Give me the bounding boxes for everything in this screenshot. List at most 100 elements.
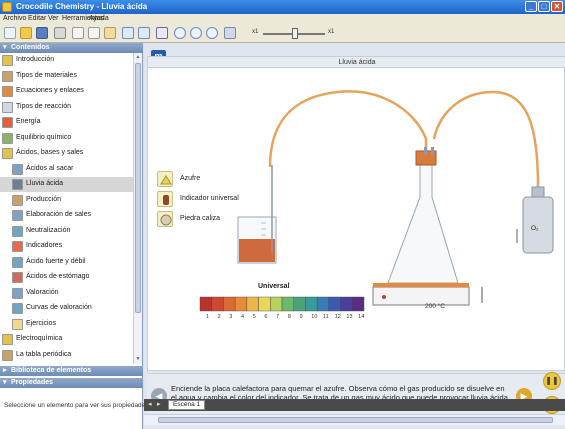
paste-icon[interactable] xyxy=(104,27,116,39)
ph-tick-label: 5 xyxy=(252,314,256,320)
menu-archivo[interactable]: Archivo xyxy=(3,15,26,22)
scroll-down-icon[interactable]: ▼ xyxy=(135,356,141,362)
collapse-icon[interactable]: ▾ xyxy=(3,43,7,51)
tree-item[interactable]: Ejercicios xyxy=(0,317,133,332)
copy-icon[interactable] xyxy=(88,27,100,39)
tree-item[interactable]: Ecuaciones y enlaces xyxy=(0,84,133,99)
tree-item[interactable]: Neutralización xyxy=(0,224,133,239)
properties-header[interactable]: ▾ Propiedades xyxy=(0,378,143,388)
stopper-tube-2 xyxy=(431,147,434,155)
ph-swatch xyxy=(234,296,248,312)
contents-tree: Introducción Tipos de materiales Ecuacione… xyxy=(0,53,133,364)
menu-editar[interactable]: Editar xyxy=(28,15,46,22)
contents-header[interactable]: ▾ Contenidos xyxy=(0,43,143,53)
ph-swatch xyxy=(352,296,365,312)
undo-icon[interactable] xyxy=(122,27,134,39)
cylinder-valve xyxy=(531,186,545,198)
tree-item[interactable]: Valoración xyxy=(0,286,133,301)
open-icon[interactable] xyxy=(20,27,32,39)
maximize-button[interactable]: □ xyxy=(538,1,550,12)
properties-text: Seleccione un elemento para ver sus prop… xyxy=(4,402,149,409)
scroll-up-icon[interactable]: ▲ xyxy=(135,54,141,60)
library-header[interactable]: ▸ Biblioteca de elementos xyxy=(0,366,143,376)
tree-item-label: La tabla periódica xyxy=(16,350,72,358)
tree-item-icon xyxy=(12,256,23,268)
tree-item-icon xyxy=(2,148,13,159)
legend-row-indicator[interactable]: Indicador universal xyxy=(156,189,256,209)
tree-item-icon xyxy=(2,101,13,113)
tree-scroll-thumb[interactable] xyxy=(135,63,141,313)
horizontal-scroll-thumb[interactable] xyxy=(158,417,553,423)
tree-item-label: Ejercicios xyxy=(26,319,56,327)
tab-prev-arrow[interactable]: ◂ xyxy=(148,400,156,410)
ph-swatch xyxy=(211,296,224,312)
ph-tick-label: 14 xyxy=(358,314,365,320)
tree-item-icon xyxy=(2,117,13,128)
tab-scene-1[interactable]: Escena 1 xyxy=(168,400,206,410)
tree-item[interactable]: Ácido fuerte y débil xyxy=(0,255,133,270)
tree-item[interactable]: Ácidos de estómago xyxy=(0,270,133,285)
new-icon[interactable] xyxy=(4,27,16,39)
zoom-fit-icon[interactable] xyxy=(206,27,218,39)
simulation-canvas[interactable]: Lluvia ácida O₂ Azufre Indicador univers… xyxy=(147,56,565,371)
legend-row-limestone[interactable]: Piedra caliza xyxy=(156,209,256,229)
horizontal-scrollbar[interactable] xyxy=(144,414,565,425)
ph-swatch xyxy=(293,296,306,312)
tree-item-icon xyxy=(12,287,23,299)
speed-slider-thumb[interactable] xyxy=(292,28,298,39)
tree-item[interactable]: Ácidos al sacar xyxy=(0,162,133,177)
cut-icon[interactable] xyxy=(72,27,84,39)
tree-item[interactable]: Tipos de reacción xyxy=(0,100,133,115)
ph-swatch xyxy=(246,296,259,312)
close-button[interactable]: ✕ xyxy=(551,1,563,12)
tree-item[interactable]: Equilibrio químico xyxy=(0,131,133,146)
hot-plate-readout: 200 °C xyxy=(425,303,445,310)
tree-item-label: Ecuaciones y enlaces xyxy=(16,87,84,94)
app-icon xyxy=(2,2,12,12)
tab-next-arrow[interactable]: ▸ xyxy=(157,400,165,410)
print-icon[interactable] xyxy=(54,27,66,39)
ph-tick-label: 13 xyxy=(346,314,353,320)
expand-icon[interactable]: ▸ xyxy=(3,366,7,374)
menu-ver[interactable]: Ver xyxy=(48,15,59,22)
tree-item[interactable]: Tipos de materiales xyxy=(0,69,133,84)
limestone-icon xyxy=(157,211,173,227)
tree-item[interactable]: Curvas de valoración xyxy=(0,301,133,316)
ph-tick-label: 7 xyxy=(276,314,280,320)
ph-tick-label: 1 xyxy=(205,314,209,320)
redo-icon[interactable] xyxy=(138,27,150,39)
pause-button[interactable]: ❚❚ xyxy=(543,372,561,390)
menu-bar: Archivo Editar Ver Herramientas Ayuda xyxy=(0,14,565,25)
tree-item[interactable]: Energía xyxy=(0,115,133,130)
tree-item-label: Energía xyxy=(16,118,41,125)
tree-item[interactable]: Electroquímica xyxy=(0,332,133,347)
gas-label: O₂ xyxy=(531,225,539,232)
minimize-button[interactable]: _ xyxy=(525,1,537,12)
tree-item[interactable]: Indicadores xyxy=(0,239,133,254)
tree-item-icon xyxy=(12,179,23,190)
tree-scrollbar[interactable]: ▲ ▼ xyxy=(133,53,142,364)
sulfur-icon xyxy=(157,171,173,187)
tree-item-icon xyxy=(2,349,13,361)
tree-item-icon xyxy=(12,272,23,283)
tree-item[interactable]: Introducción xyxy=(0,53,133,68)
ph-tick-label: 12 xyxy=(334,314,341,320)
tree-item-icon xyxy=(12,194,23,206)
collapse-icon[interactable]: ▾ xyxy=(3,378,7,386)
zoom-out-icon[interactable] xyxy=(190,27,202,39)
tree-item-label: Tipos de reacción xyxy=(16,102,71,110)
tree-item[interactable]: Elaboración de sales xyxy=(0,208,133,223)
tree-item[interactable]: La tabla periódica xyxy=(0,348,133,363)
zoom-in-icon[interactable] xyxy=(174,27,186,39)
tree-item-icon xyxy=(2,132,13,144)
legend-row-sulfur[interactable]: Azufre xyxy=(156,169,256,189)
save-icon[interactable] xyxy=(36,27,48,39)
pause-icon[interactable] xyxy=(224,27,236,39)
tree-item[interactable]: Ácidos, bases y sales xyxy=(0,146,133,161)
menu-ayuda[interactable]: Ayuda xyxy=(89,15,109,22)
tree-item[interactable]: Producción xyxy=(0,193,133,208)
tree-item[interactable]: Lluvia ácida xyxy=(0,177,133,192)
tab-bar: ◂ ▸ Escena 1 xyxy=(144,399,565,411)
chart-icon[interactable] xyxy=(156,27,168,39)
tree-item-icon xyxy=(12,241,23,252)
